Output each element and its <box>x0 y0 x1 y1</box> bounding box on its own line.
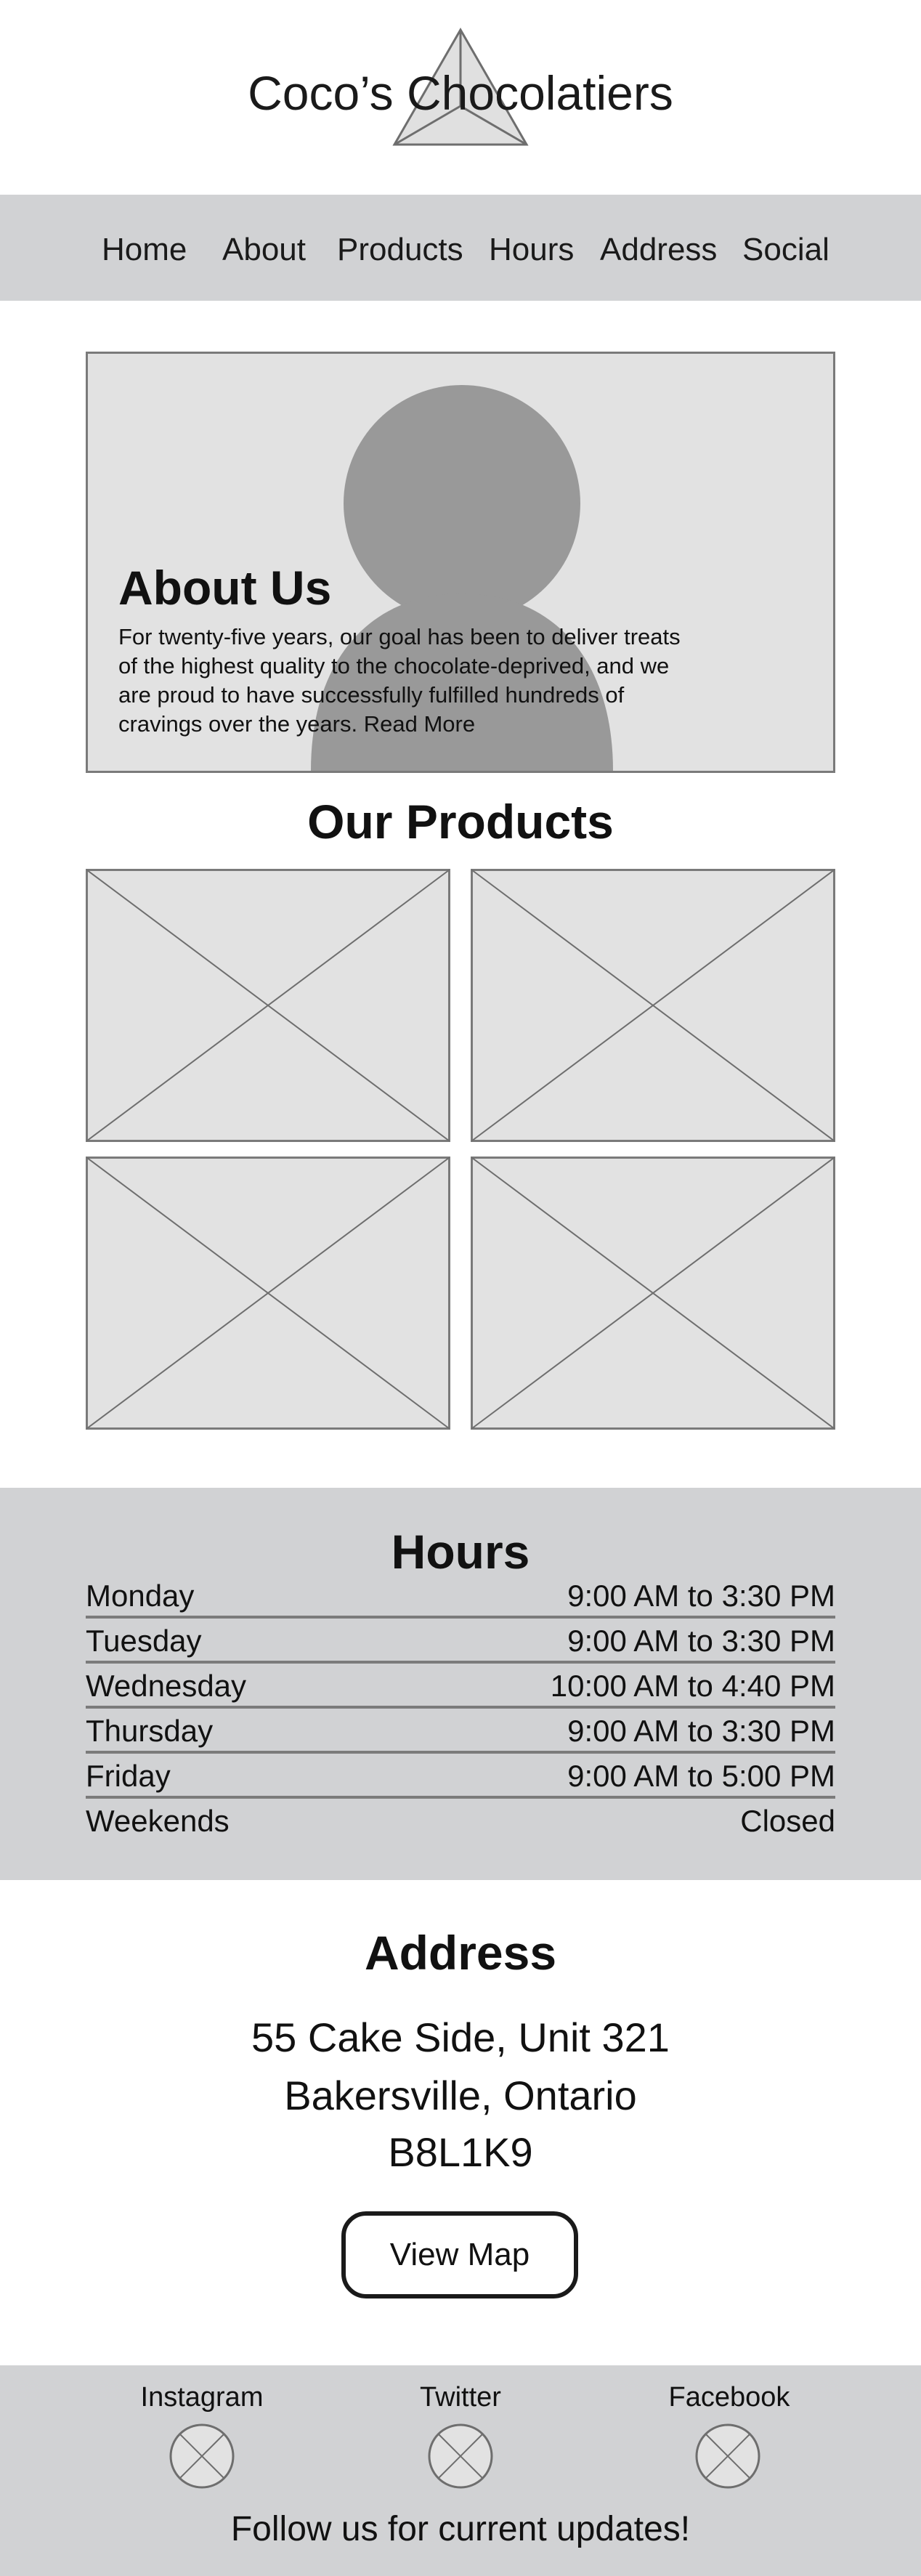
hours-day: Tuesday <box>86 1624 202 1658</box>
hours-row: Monday 9:00 AM to 3:30 PM <box>86 1573 835 1619</box>
social-section: Instagram Twitter Facebook Follow us for… <box>0 2365 921 2576</box>
twitter-label[interactable]: Twitter <box>352 2380 569 2415</box>
hours-day: Monday <box>86 1579 195 1613</box>
hours-time: 9:00 AM to 3:30 PM <box>567 1714 835 1748</box>
social-footer-text: Follow us for current updates! <box>230 2510 691 2548</box>
address-title: Address <box>364 1926 557 1980</box>
hours-title: Hours <box>391 1525 530 1579</box>
hours-time: 9:00 AM to 3:30 PM <box>567 1624 835 1658</box>
hours-row: Tuesday 9:00 AM to 3:30 PM <box>86 1619 835 1664</box>
nav-item-social[interactable]: Social <box>742 232 829 267</box>
view-map-button[interactable]: View Map <box>341 2211 578 2298</box>
product-image-placeholder-icon[interactable] <box>86 869 450 1142</box>
hours-day: Weekends <box>86 1804 230 1838</box>
hours-row: Friday 9:00 AM to 5:00 PM <box>86 1754 835 1799</box>
hours-row: Thursday 9:00 AM to 3:30 PM <box>86 1709 835 1754</box>
brand-name[interactable]: Coco’s Chocolatiers <box>0 64 921 122</box>
hours-time: 9:00 AM to 5:00 PM <box>567 1759 835 1793</box>
product-image-placeholder-icon[interactable] <box>86 1157 450 1430</box>
read-more-link[interactable]: Read More <box>364 711 475 737</box>
nav-item-products[interactable]: Products <box>337 232 463 267</box>
hours-day: Friday <box>86 1759 171 1793</box>
product-image-placeholder-icon[interactable] <box>471 869 835 1142</box>
about-section: About Us For twenty-five years, our goal… <box>86 352 835 773</box>
hours-section: Hours Monday 9:00 AM to 3:30 PM Tuesday … <box>0 1488 921 1880</box>
about-title: About Us <box>118 561 332 615</box>
address-postal-code: B8L1K9 <box>388 2129 533 2175</box>
nav-item-home[interactable]: Home <box>102 232 187 267</box>
nav-item-hours[interactable]: Hours <box>489 232 574 267</box>
products-title: Our Products <box>307 795 614 848</box>
product-image-placeholder-icon[interactable] <box>471 1157 835 1430</box>
about-body: For twenty-five years, our goal has been… <box>118 623 692 739</box>
site-header: Coco’s Chocolatiers <box>0 0 921 195</box>
hours-time: 9:00 AM to 3:30 PM <box>567 1579 835 1613</box>
instagram-placeholder-icon[interactable] <box>169 2423 235 2489</box>
hours-time: Closed <box>740 1804 835 1838</box>
hours-time: 10:00 AM to 4:40 PM <box>550 1669 835 1703</box>
instagram-label[interactable]: Instagram <box>93 2380 311 2415</box>
address-city: Bakersville, Ontario <box>284 2073 637 2118</box>
hours-row: Wednesday 10:00 AM to 4:40 PM <box>86 1664 835 1709</box>
facebook-label[interactable]: Facebook <box>620 2380 838 2415</box>
hours-day: Thursday <box>86 1714 214 1748</box>
nav-item-address[interactable]: Address <box>600 232 717 267</box>
hours-row: Weekends Closed <box>86 1799 835 1844</box>
hours-day: Wednesday <box>86 1669 247 1703</box>
main-nav: Home About Products Hours Address Social <box>0 195 921 301</box>
address-street: 55 Cake Side, Unit 321 <box>251 2014 670 2060</box>
twitter-placeholder-icon[interactable] <box>428 2423 493 2489</box>
facebook-placeholder-icon[interactable] <box>695 2423 760 2489</box>
nav-item-about[interactable]: About <box>222 232 306 267</box>
